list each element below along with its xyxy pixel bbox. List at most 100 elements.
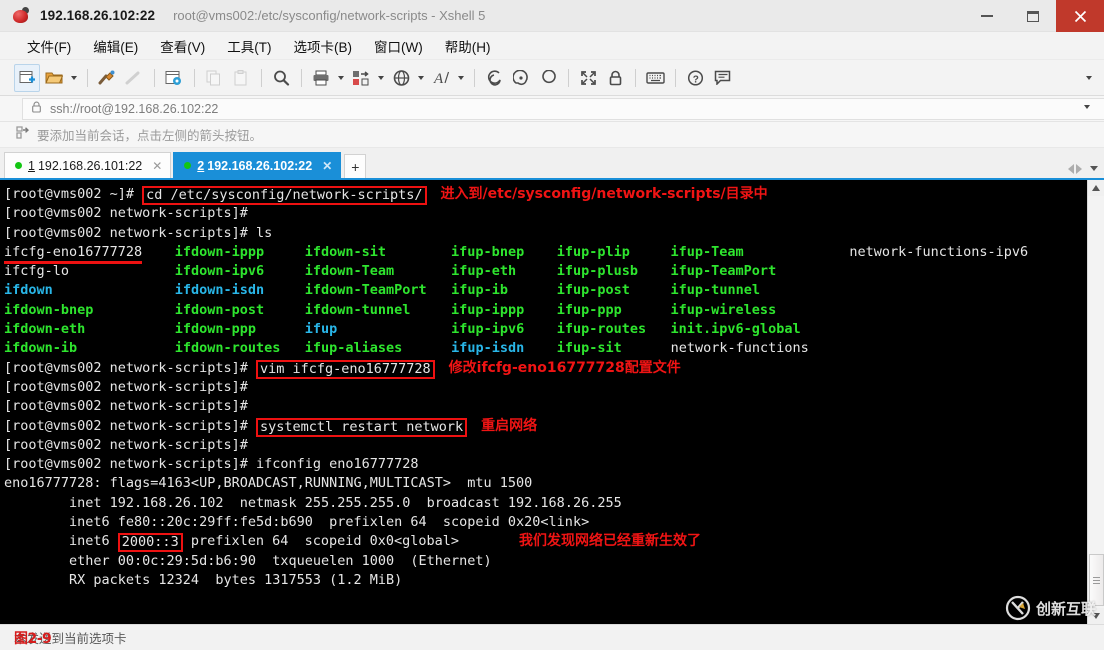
scroll-up-arrow[interactable] <box>1088 180 1104 196</box>
ls-gap <box>410 302 451 318</box>
print-dropdown-caret[interactable] <box>338 75 344 80</box>
close-button[interactable] <box>1056 0 1104 32</box>
ls-entry: ifup-bnep <box>451 243 525 260</box>
find-icon[interactable] <box>268 64 294 92</box>
print-icon[interactable] <box>308 64 334 92</box>
tab-list-caret[interactable] <box>1090 166 1098 171</box>
menu-help[interactable]: 帮助(H) <box>436 33 500 59</box>
connect-icon[interactable] <box>94 64 120 92</box>
tab-prev-arrow[interactable] <box>1068 164 1074 174</box>
menu-view[interactable]: 查看(V) <box>151 33 214 59</box>
feedback-icon[interactable] <box>709 64 735 92</box>
ls-gap <box>280 340 304 356</box>
fullscreen-icon[interactable] <box>575 64 601 92</box>
inet6-label: inet6 <box>4 533 118 550</box>
status-bar: 本发送到当前选项卡 图2-9 创新互联 <box>0 595 1104 650</box>
terminal-line: ether 00:0c:29:5d:b6:90 txqueuelen 1000 … <box>4 552 492 569</box>
ls-gap <box>402 340 451 356</box>
ls-output-row: ifdown ifdown-isdn ifdown-TeamPort ifup-… <box>4 281 1087 300</box>
keyboard-icon[interactable] <box>642 64 668 92</box>
ls-entry: ifdown-routes <box>174 340 281 357</box>
watermark: 创新互联 <box>1005 595 1096 621</box>
ls-entry: ifdown-ib <box>4 340 78 357</box>
tab-number: 2 <box>197 158 205 173</box>
shell-prompt: [root@vms002 network-scripts]# <box>4 417 256 434</box>
ls-gap <box>646 321 670 337</box>
annotation-result: 我们发现网络已经重新生效了 <box>519 533 702 550</box>
ls-entry: ifdown-eth <box>4 321 86 338</box>
lock-icon[interactable] <box>602 64 628 92</box>
shell-prompt: [root@vms002 network-scripts]# <box>4 378 256 395</box>
ls-entry: ifdown-TeamPort <box>304 282 427 299</box>
menu-edit[interactable]: 编辑(E) <box>84 33 147 59</box>
toolbar-divider <box>261 68 262 87</box>
transfer-dropdown-caret[interactable] <box>378 75 384 80</box>
highlighted-ipv6-address: 2000::3 <box>117 533 183 553</box>
font-dropdown-caret[interactable] <box>458 75 464 80</box>
minimize-button[interactable] <box>964 0 1010 32</box>
annotation-vim: 修改ifcfg-eno16777728配置文件 <box>448 359 681 376</box>
session-properties-icon[interactable] <box>161 64 187 92</box>
figure-caption: 图2-9 <box>14 631 52 647</box>
ls-entry: ifdown-ppp <box>174 321 256 338</box>
help-icon[interactable]: ? <box>682 64 708 92</box>
shell-prompt: [root@vms002 network-scripts]# <box>4 456 256 473</box>
ls-gap <box>516 263 557 279</box>
ls-gap <box>524 321 557 337</box>
tab-status-dot <box>184 162 192 169</box>
window-subtitle: root@vms002:/etc/sysconfig/network-scrip… <box>173 8 486 23</box>
tab-close-icon[interactable]: ✕ <box>322 159 332 173</box>
new-tab-button[interactable]: + <box>344 154 367 178</box>
tab-close-icon[interactable]: ✕ <box>152 159 162 173</box>
session-tab-1[interactable]: 1 192.168.26.101:22 ✕ <box>4 152 172 178</box>
ls-entry: ifcfg-lo <box>4 263 70 280</box>
ls-gap <box>801 321 850 337</box>
command-ls: ls <box>255 224 273 241</box>
annotation-cd: 进入到/etc/sysconfig/network-scripts/目录中 <box>440 186 768 202</box>
address-bar: ssh://root@192.168.26.102:22 <box>0 96 1104 122</box>
compose-icon[interactable] <box>535 64 561 92</box>
terminal-line: [root@vms002 network-scripts]# <box>4 397 1087 416</box>
shell-prompt: [root@vms002 network-scripts]# <box>4 205 256 222</box>
folder-dropdown-caret[interactable] <box>71 75 77 80</box>
ls-gap <box>508 282 557 298</box>
terminal-line: [root@vms002 network-scripts]# <box>4 204 1087 223</box>
ls-entry: ifup-ipv6 <box>451 321 525 338</box>
toolbar-divider <box>474 68 475 87</box>
ls-gap <box>53 282 175 298</box>
inet6-suffix: prefixlen 64 scopeid 0x0<global> <box>182 533 460 550</box>
toolbar-divider <box>154 68 155 87</box>
ls-gap <box>744 244 850 260</box>
font-icon[interactable]: A <box>428 64 454 92</box>
ftp-icon[interactable] <box>481 64 507 92</box>
new-session-icon[interactable] <box>14 63 40 92</box>
terminal-screen[interactable]: [root@vms002 ~]# cd /etc/sysconfig/netwo… <box>0 180 1087 624</box>
ls-entry: ifup <box>304 321 338 338</box>
ls-entry: ifup-tunnel <box>670 282 760 299</box>
terminal-line: [root@vms002 ~]# cd /etc/sysconfig/netwo… <box>4 185 1087 205</box>
tab-next-arrow[interactable] <box>1076 164 1082 174</box>
terminal-scrollbar[interactable] <box>1087 180 1104 624</box>
menu-file[interactable]: 文件(F) <box>18 33 80 59</box>
maximize-button[interactable] <box>1010 0 1056 32</box>
transfer-file-icon[interactable] <box>348 64 374 92</box>
toolbar-overflow-caret[interactable] <box>1086 75 1092 80</box>
menu-tab[interactable]: 选项卡(B) <box>285 33 362 59</box>
tunnel-icon[interactable] <box>508 64 534 92</box>
ls-output-row: ifdown-ib ifdown-routes ifup-aliases ifu… <box>4 339 1087 358</box>
address-input[interactable]: ssh://root@192.168.26.102:22 <box>22 97 1104 120</box>
ls-entry: ifup-Team <box>670 243 744 260</box>
open-folder-icon[interactable] <box>41 64 67 92</box>
session-tab-2[interactable]: 2 192.168.26.102:22 ✕ <box>173 152 342 178</box>
ls-entry: ifdown-sit <box>304 243 387 260</box>
terminal-line: [root@vms002 network-scripts]# <box>4 436 1087 455</box>
address-dropdown-caret[interactable] <box>1084 105 1090 109</box>
menu-tools[interactable]: 工具(T) <box>218 33 280 59</box>
web-browser-icon[interactable] <box>388 64 414 92</box>
terminal-line: [root@vms002 network-scripts]# systemctl… <box>4 417 1087 437</box>
web-dropdown-caret[interactable] <box>418 75 424 80</box>
ls-gap <box>809 340 850 356</box>
terminal-area: [root@vms002 ~]# cd /etc/sysconfig/netwo… <box>0 178 1104 624</box>
menu-window[interactable]: 窗口(W) <box>365 33 432 59</box>
toolbar-divider <box>568 68 569 87</box>
